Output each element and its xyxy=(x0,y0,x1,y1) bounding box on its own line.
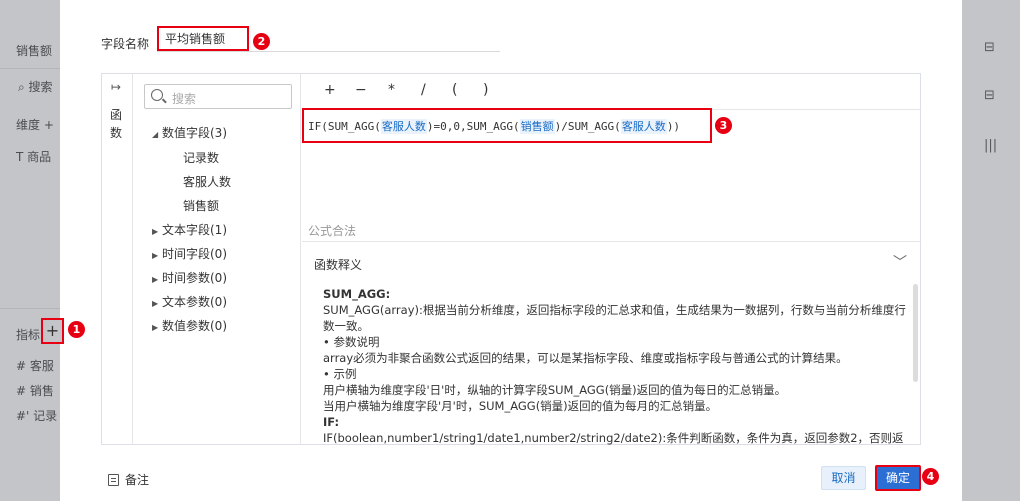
operator-minus-button[interactable]: − xyxy=(355,82,367,98)
tree-group-numeric-fields[interactable]: ◢ 数值字段(3) xyxy=(152,124,227,141)
bg-tab-sales: 销售额 xyxy=(16,44,53,58)
formula-input[interactable]: IF(SUM_AGG(客服人数)=0,0,SUM_AGG(销售额)/SUM_AG… xyxy=(302,108,712,143)
bg-divider xyxy=(0,68,60,69)
bg-search-label: 搜索 xyxy=(28,80,53,94)
explain-text: 用户横轴为维度字段'日'时，纵轴的计算字段SUM_AGG(销量)返回的值为每日的… xyxy=(323,383,787,397)
bg-divider xyxy=(0,308,60,309)
tree-group-label: 文本参数(0) xyxy=(162,295,227,309)
operator-rparen-button[interactable]: ) xyxy=(483,82,488,98)
bg-dimension-header: 维度 + xyxy=(16,118,54,132)
explain-scrollbar[interactable] xyxy=(913,284,918,382)
bg-metric-item-label: 销售 xyxy=(29,384,54,398)
explain-text: SUM_AGG(array):根据当前分析维度，返回指标字段的汇总求和值，生成结… xyxy=(323,303,906,333)
field-name-input[interactable]: 平均销售额 xyxy=(157,26,249,51)
tree-group-label: 数值字段(3) xyxy=(162,126,227,140)
tree-group-time-fields[interactable]: ▶ 时间字段(0) xyxy=(152,245,227,262)
background-left-panel: 销售额 ⌕ 搜索 维度 + T 商品 指标 # 客服 # 销售 #' 记录 xyxy=(0,0,60,501)
bg-metric-header: 指标 xyxy=(16,328,41,342)
tree-item-record-count[interactable]: 记录数 xyxy=(183,149,219,166)
function-explain-header[interactable]: 函数释义 ﹀ xyxy=(302,241,921,281)
explain-text: 当用户横轴为维度字段'月'时，SUM_AGG(销量)返回的值为每月的汇总销量。 xyxy=(323,399,718,413)
caret-right-icon: ▶ xyxy=(152,251,159,260)
tree-group-label: 时间参数(0) xyxy=(162,271,227,285)
step-marker-4: 4 xyxy=(922,468,939,485)
operator-lparen-button[interactable]: ( xyxy=(452,82,457,98)
note-button[interactable]: 备注 xyxy=(108,471,149,488)
note-label: 备注 xyxy=(125,473,150,487)
explain-heading: IF: xyxy=(323,415,340,429)
caret-right-icon: ▶ xyxy=(152,299,159,308)
tree-item-sales[interactable]: 销售额 xyxy=(183,197,219,214)
tree-item-cs-count[interactable]: 客服人数 xyxy=(183,173,231,190)
step-marker-3: 3 xyxy=(715,117,732,134)
bg-metric-item-label: 客服 xyxy=(29,359,54,373)
bg-metric-item: #' 记录 xyxy=(16,409,58,423)
explain-text: array必须为非聚合函数公式返回的结果，可以是某指标字段、维度或指标字段与普通… xyxy=(323,351,848,365)
chevron-down-icon[interactable]: ﹀ xyxy=(893,252,907,272)
formula-valid-status: 公式合法 xyxy=(308,224,357,238)
search-placeholder: 搜索 xyxy=(172,92,197,106)
formula-text: )/SUM_AGG( xyxy=(554,120,621,133)
function-explain-title: 函数释义 xyxy=(314,258,363,272)
bg-dimension-item-label: 商品 xyxy=(27,150,52,164)
step-marker-1: 1 xyxy=(68,321,85,338)
explain-text: • 参数说明 xyxy=(323,335,380,349)
bg-search: ⌕ 搜索 xyxy=(18,80,53,94)
tree-group-time-params[interactable]: ▶ 时间参数(0) xyxy=(152,269,227,286)
search-icon xyxy=(151,89,163,101)
tree-group-label: 文本字段(1) xyxy=(162,223,227,237)
tree-group-label: 数值参数(0) xyxy=(162,319,227,333)
tree-group-numeric-params[interactable]: ▶ 数值参数(0) xyxy=(152,317,227,334)
explain-text: • 示例 xyxy=(323,367,357,381)
formula-field-token[interactable]: 客服人数 xyxy=(380,119,427,134)
add-metric-button[interactable]: + xyxy=(41,318,64,344)
operator-plus-button[interactable]: + xyxy=(324,82,336,98)
formula-editor: ↦ 函数 搜索 ◢ 数值字段(3) 记录数 客服人数 销售额 ▶ 文本字段(1) ▶… xyxy=(101,73,921,445)
formula-text: IF(SUM_AGG( xyxy=(308,120,381,133)
briefcase-icon: ⊟ xyxy=(984,88,995,103)
formula-field-token[interactable]: 销售额 xyxy=(519,119,555,134)
caret-right-icon: ▶ xyxy=(152,323,159,332)
bg-metric-item-label: 记录 xyxy=(33,409,58,423)
operator-divide-button[interactable]: / xyxy=(421,82,426,98)
explain-text: IF(boolean,number1/string1/date1,number2… xyxy=(323,431,904,445)
caret-right-icon: ▶ xyxy=(152,227,159,236)
background-right-panel: ⊟ ⊟ ||| xyxy=(962,0,1020,501)
explain-heading: SUM_AGG: xyxy=(323,287,391,301)
tree-group-text-fields[interactable]: ▶ 文本字段(1) xyxy=(152,221,227,238)
expand-arrow-icon[interactable]: ↦ xyxy=(111,80,121,94)
step-marker-2: 2 xyxy=(253,33,270,50)
cancel-button[interactable]: 取消 xyxy=(821,466,866,490)
barcode-icon: ||| xyxy=(984,138,998,153)
field-search[interactable]: 搜索 xyxy=(144,84,292,109)
tree-group-text-params[interactable]: ▶ 文本参数(0) xyxy=(152,293,227,310)
operator-multiply-button[interactable]: * xyxy=(388,82,395,98)
bg-dimension-item: T 商品 xyxy=(16,150,52,164)
formula-text: )) xyxy=(666,120,681,133)
operator-toolbar: + − * / ( ) xyxy=(302,74,921,110)
field-tree-panel: 搜索 ◢ 数值字段(3) 记录数 客服人数 销售额 ▶ 文本字段(1) ▶ 时间字段(… xyxy=(133,74,301,444)
caret-right-icon: ▶ xyxy=(152,275,159,284)
briefcase-icon: ⊟ xyxy=(984,40,995,55)
formula-dialog: 字段名称 平均销售额 ↦ 函数 搜索 ◢ 数值字段(3) 记录数 客服人数 销售额… xyxy=(60,0,962,501)
bg-dimension-label: 维度 xyxy=(16,118,41,132)
formula-field-token[interactable]: 客服人数 xyxy=(620,119,667,134)
caret-down-icon: ◢ xyxy=(152,130,159,139)
function-explain-content: SUM_AGG: SUM_AGG(array):根据当前分析维度，返回指标字段的… xyxy=(323,286,909,446)
function-sidebar: ↦ 函数 xyxy=(102,74,133,444)
formula-text: )=0,0,SUM_AGG( xyxy=(426,120,520,133)
field-name-label: 字段名称 xyxy=(101,37,150,51)
bg-metric-item: # 销售 xyxy=(16,384,54,398)
bg-metric-item: # 客服 xyxy=(16,359,54,373)
tree-group-label: 时间字段(0) xyxy=(162,247,227,261)
note-icon xyxy=(108,474,119,486)
confirm-button[interactable]: 确定 xyxy=(875,465,921,491)
formula-area: + − * / ( ) IF(SUM_AGG(客服人数)=0,0,SUM_AGG… xyxy=(302,74,921,446)
function-tab[interactable]: 函数 xyxy=(110,106,124,142)
